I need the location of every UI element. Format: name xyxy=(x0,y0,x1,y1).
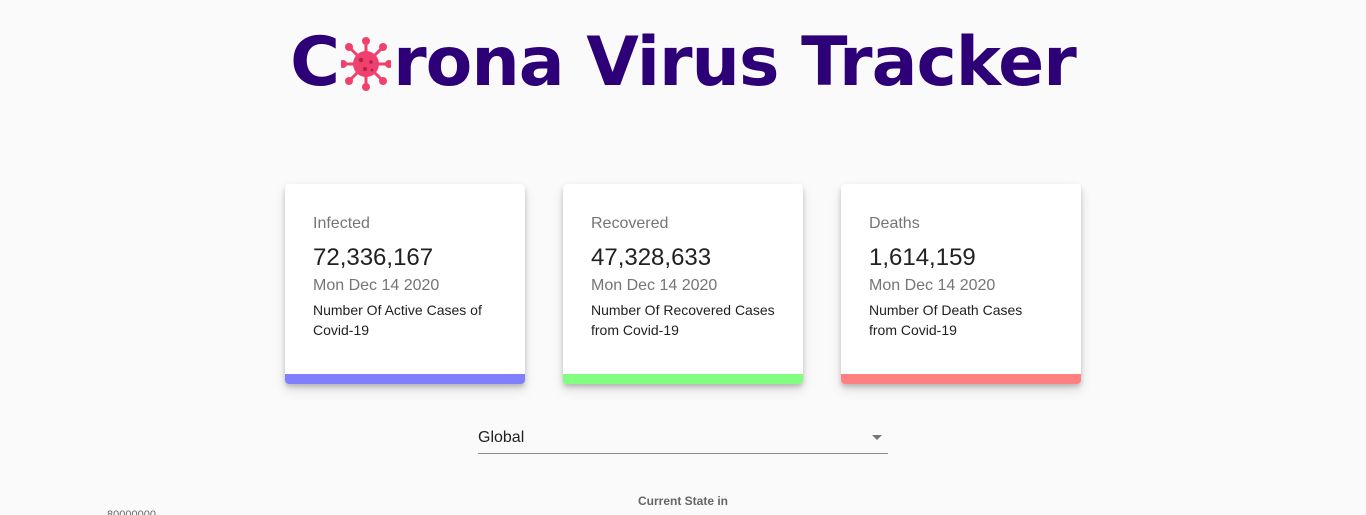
card-value: 72,336,167 xyxy=(313,244,434,271)
dropdown-arrow-icon[interactable] xyxy=(872,435,882,440)
virus-icon xyxy=(339,24,394,91)
infected-card: Infected 72,336,167 Mon Dec 14 2020 Numb… xyxy=(285,184,525,384)
title-prefix: C xyxy=(290,23,340,102)
card-label: Deaths xyxy=(869,215,920,232)
chart-title: Current State in xyxy=(637,494,728,508)
card-date: Mon Dec 14 2020 xyxy=(313,277,440,294)
card-description: Number Of Active Cases of Covid-19 xyxy=(313,302,482,338)
title-suffix: rona Virus Tracker xyxy=(393,23,1077,102)
card-value: 1,614,159 xyxy=(869,244,976,271)
page: C rona Virus Tracker Infected 72,336,167… xyxy=(0,0,1366,515)
card-label: Recovered xyxy=(591,215,669,232)
card-description: Number Of Death Cases from Covid-19 xyxy=(869,302,1023,338)
card-description: Number Of Recovered Cases from Covid-19 xyxy=(591,302,775,338)
card-label: Infected xyxy=(313,215,370,232)
app-title: C rona Virus Tracker xyxy=(0,18,1366,108)
chart-y-tick: 80000000 xyxy=(107,509,156,515)
card-value: 47,328,633 xyxy=(591,244,712,271)
country-select[interactable]: Global xyxy=(478,424,888,454)
country-select-value[interactable]: Global xyxy=(478,429,524,447)
card-date: Mon Dec 14 2020 xyxy=(869,277,996,294)
card-date: Mon Dec 14 2020 xyxy=(591,277,718,294)
recovered-card: Recovered 47,328,633 Mon Dec 14 2020 Num… xyxy=(563,184,803,384)
card-color-bar xyxy=(285,374,525,384)
card-color-bar xyxy=(563,374,803,384)
stats-cards: Infected 72,336,167 Mon Dec 14 2020 Numb… xyxy=(285,184,1081,384)
card-color-bar xyxy=(841,374,1081,384)
deaths-card: Deaths 1,614,159 Mon Dec 14 2020 Number … xyxy=(841,184,1081,384)
